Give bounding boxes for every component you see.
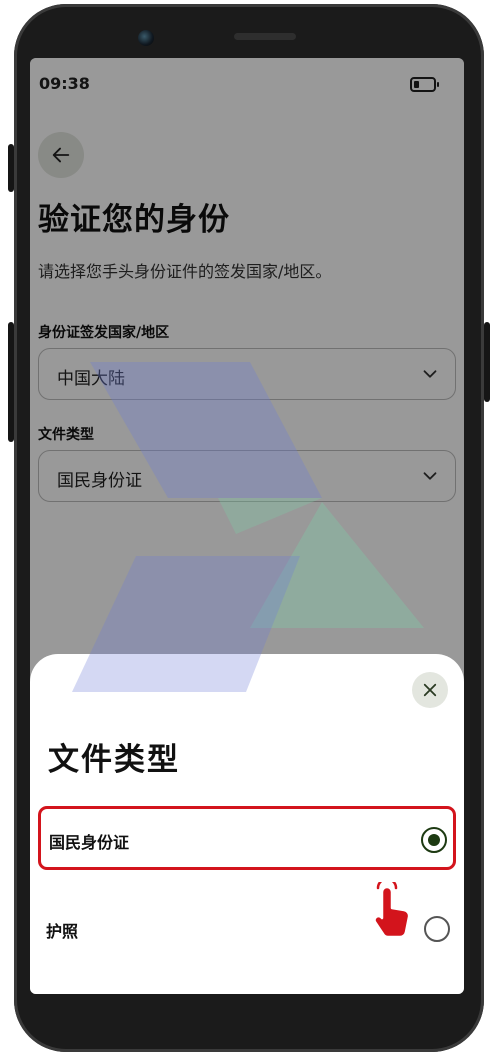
radio-button[interactable] (424, 916, 450, 942)
volume-button (8, 322, 14, 442)
option-label: 国民身份证 (49, 833, 130, 852)
pointing-hand-icon (373, 882, 411, 939)
side-button (484, 322, 490, 402)
phone-screen: 09:38 验证您的身份 请选择您手头身份证件的签发国家/地区。 身份证签发国家… (30, 58, 464, 994)
close-button[interactable] (412, 672, 448, 708)
close-icon (423, 683, 437, 697)
option-label: 护照 (46, 922, 79, 941)
earpiece-speaker (234, 33, 296, 40)
bottom-sheet: 文件类型 国民身份证 护照 (30, 654, 464, 994)
front-camera (138, 30, 154, 46)
radio-button-selected[interactable] (421, 827, 447, 853)
sheet-title: 文件类型 (48, 742, 180, 778)
option-national-id[interactable]: 国民身份证 (38, 806, 456, 870)
power-button (8, 144, 14, 192)
